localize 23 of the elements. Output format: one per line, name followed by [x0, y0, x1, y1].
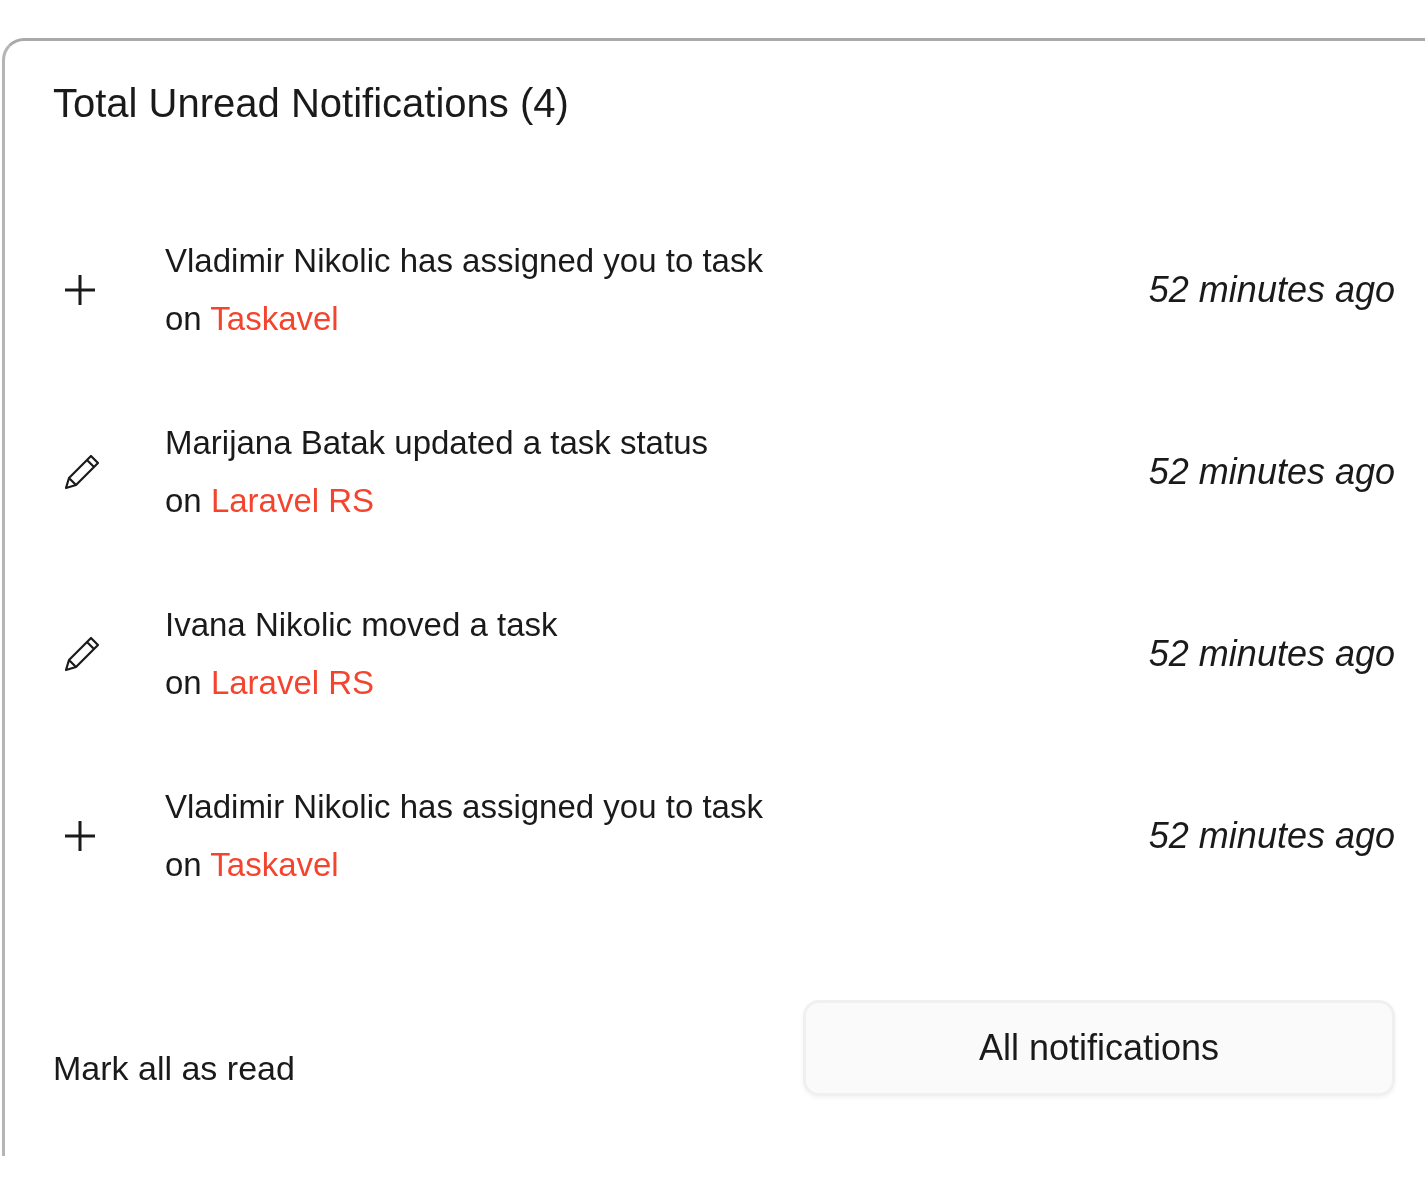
- project-link[interactable]: Taskavel: [210, 300, 339, 337]
- project-link[interactable]: Laravel RS: [210, 664, 375, 701]
- project-line: on Laravel RS: [165, 665, 376, 702]
- mark-all-read-link[interactable]: Mark all as read: [53, 1048, 295, 1088]
- plus-icon: [63, 273, 97, 307]
- panel-title: Total Unread Notifications (4): [53, 81, 570, 126]
- project-line: on Taskavel: [165, 301, 340, 338]
- pencil-icon: [63, 635, 101, 673]
- timestamp: 52 minutes ago: [1148, 269, 1395, 311]
- notification-message: Marijana Batak updated a task status: [165, 424, 709, 461]
- notification-message: Vladimir Nikolic has assigned you to task: [165, 788, 764, 825]
- project-link[interactable]: Taskavel: [210, 846, 339, 883]
- notification-message: Vladimir Nikolic has assigned you to task: [165, 242, 764, 279]
- plus-icon: [63, 819, 97, 853]
- project-line: on Laravel RS: [165, 483, 376, 520]
- pencil-icon: [63, 453, 101, 491]
- notification-message: Ivana Nikolic moved a task: [165, 606, 559, 643]
- project-link[interactable]: Laravel RS: [210, 482, 375, 519]
- all-notifications-button[interactable]: All notifications: [803, 1000, 1395, 1096]
- timestamp: 52 minutes ago: [1148, 451, 1395, 493]
- timestamp: 52 minutes ago: [1148, 815, 1395, 857]
- project-line: on Taskavel: [165, 847, 340, 884]
- timestamp: 52 minutes ago: [1148, 633, 1395, 675]
